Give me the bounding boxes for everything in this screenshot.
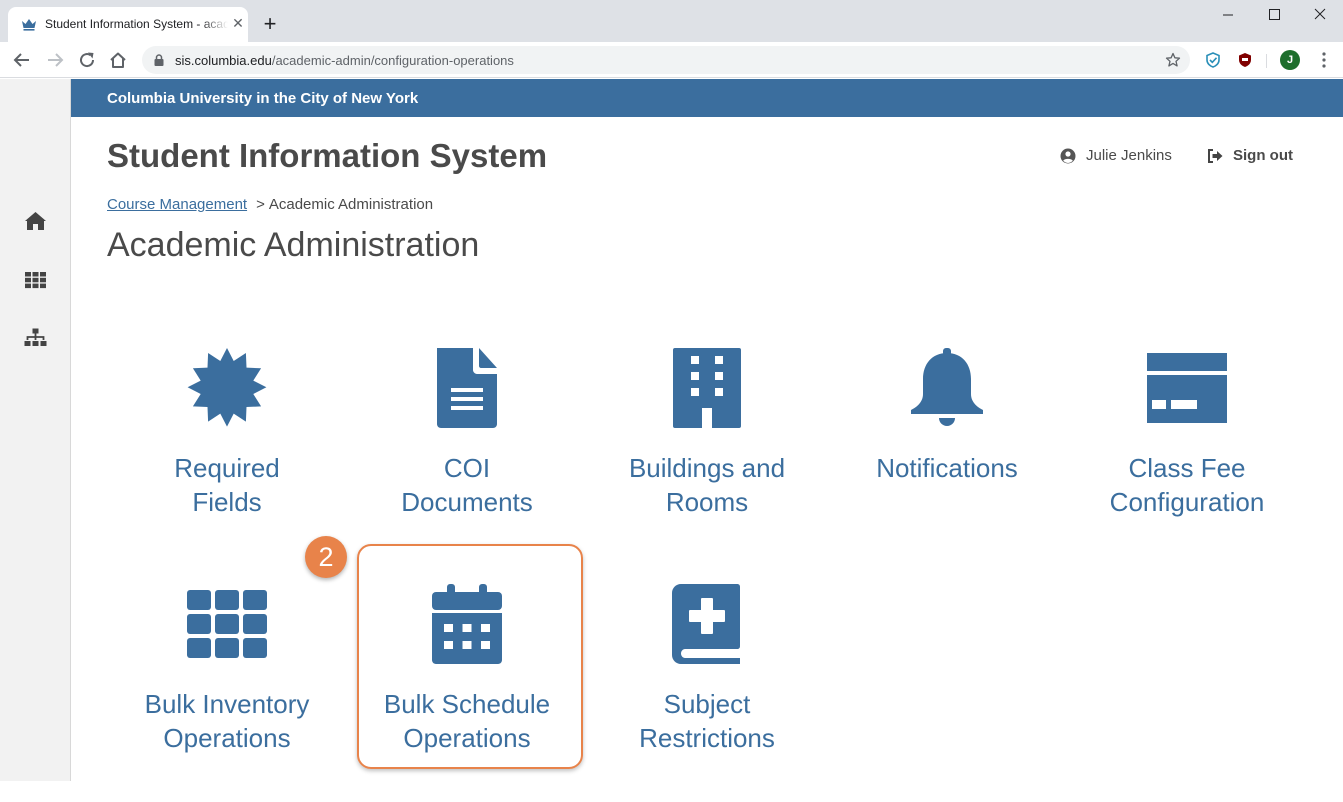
tile-label-line1: Subject: [663, 689, 751, 719]
sitemap-icon[interactable]: [24, 328, 47, 348]
browser-toolbar: sis.columbia.edu/academic-admin/configur…: [0, 42, 1343, 78]
ublock-extension-icon[interactable]: [1237, 52, 1253, 68]
window-close-button[interactable]: [1297, 0, 1343, 30]
home-icon[interactable]: [108, 50, 128, 70]
forward-arrow-icon[interactable]: [45, 50, 65, 70]
tile-label-line2: Rooms: [665, 487, 749, 517]
tile-notifications[interactable]: Notifications: [835, 348, 1059, 566]
sign-out-icon: [1208, 149, 1223, 163]
grid-icon: [187, 590, 267, 658]
tile-subject-restrictions[interactable]: Subject Restrictions: [595, 584, 819, 802]
url-text: sis.columbia.edu/academic-admin/configur…: [175, 53, 514, 68]
tile-bulk-inventory-operations[interactable]: Bulk Inventory Operations: [115, 584, 339, 802]
app-title: Student Information System: [107, 137, 548, 174]
lock-icon: [154, 54, 164, 66]
tile-label-line1: Required: [174, 453, 280, 483]
tile-label-line2: Configuration: [1109, 487, 1265, 517]
tile-label: Buildings and Rooms: [595, 451, 819, 519]
url-path: /academic-admin/configuration-operations: [271, 53, 514, 68]
bell-icon: [911, 348, 983, 426]
tile-label-line2: Documents: [401, 487, 533, 517]
university-banner: Columbia University in the City of New Y…: [71, 79, 1343, 117]
breadcrumb-current: Academic Administration: [268, 196, 434, 213]
tile-label-line1: COI: [443, 453, 491, 483]
shield-extension-icon[interactable]: [1205, 52, 1221, 68]
window-maximize-button[interactable]: [1251, 0, 1297, 30]
breadcrumb-course-management[interactable]: Course Management: [107, 196, 247, 213]
tab-close-icon[interactable]: ✕: [230, 15, 246, 31]
tile-label: COI Documents: [355, 451, 579, 519]
back-arrow-icon[interactable]: [12, 50, 32, 70]
tile-coi-documents[interactable]: COI Documents: [355, 348, 579, 566]
credit-card-icon: [1147, 353, 1227, 423]
tile-buildings-and-rooms[interactable]: Buildings and Rooms: [595, 348, 819, 566]
home-icon[interactable]: [24, 211, 47, 231]
apps-grid-icon[interactable]: [24, 270, 47, 290]
browser-menu-icon[interactable]: [1316, 51, 1332, 69]
breadcrumb-separator: >: [256, 196, 265, 213]
tile-required-fields[interactable]: Required Fields: [115, 348, 339, 566]
tile-class-fee-configuration[interactable]: Class Fee Configuration: [1075, 348, 1299, 566]
address-bar[interactable]: sis.columbia.edu/academic-admin/configur…: [142, 46, 1190, 74]
window-minimize-button[interactable]: [1205, 0, 1251, 30]
medical-book-icon: [672, 584, 740, 664]
toolbar-separator: [1266, 54, 1267, 68]
tile-label: Class Fee Configuration: [1075, 451, 1299, 519]
certificate-icon: [187, 348, 267, 427]
sign-out-label: Sign out: [1233, 147, 1293, 164]
user-name: Julie Jenkins: [1086, 147, 1172, 164]
tile-label-line1: Buildings and: [628, 453, 786, 483]
browser-tabstrip: Student Information System - academic-ad…: [0, 0, 1343, 42]
url-host: sis.columbia.edu: [175, 53, 272, 68]
tile-label-line2: Fields: [192, 487, 262, 517]
profile-avatar[interactable]: J: [1280, 50, 1300, 70]
browser-tab[interactable]: Student Information System - academic-ad…: [8, 7, 248, 42]
tile-label-line1: Class Fee: [1128, 453, 1246, 483]
crown-favicon-icon: [22, 19, 36, 31]
tile-label: Required Fields: [115, 451, 339, 519]
tile-label: Subject Restrictions: [595, 687, 819, 755]
tile-label-line2: Restrictions: [639, 723, 775, 753]
document-icon: [437, 348, 497, 428]
new-tab-button[interactable]: +: [258, 13, 282, 37]
bookmark-star-icon[interactable]: [1165, 52, 1181, 68]
university-name[interactable]: Columbia University in the City of New Y…: [107, 90, 418, 107]
tile-label-line1: Bulk Inventory: [144, 689, 310, 719]
tile-label: Notifications: [835, 451, 1059, 485]
tab-title: Student Information System - academic-ad…: [45, 17, 228, 31]
step-number-badge: 2: [305, 536, 347, 578]
breadcrumb: Course Management > Academic Administratio…: [107, 196, 433, 213]
page-title: Academic Administration: [107, 226, 480, 264]
step-highlight-box: [357, 544, 583, 769]
tile-label-line1: Notifications: [876, 453, 1018, 483]
left-sidebar: [0, 79, 71, 781]
reload-icon[interactable]: [77, 50, 97, 70]
user-circle-icon: [1060, 148, 1076, 164]
tile-label: Bulk Inventory Operations: [115, 687, 339, 755]
tile-label-line2: Operations: [163, 723, 291, 753]
building-icon: [673, 348, 741, 428]
